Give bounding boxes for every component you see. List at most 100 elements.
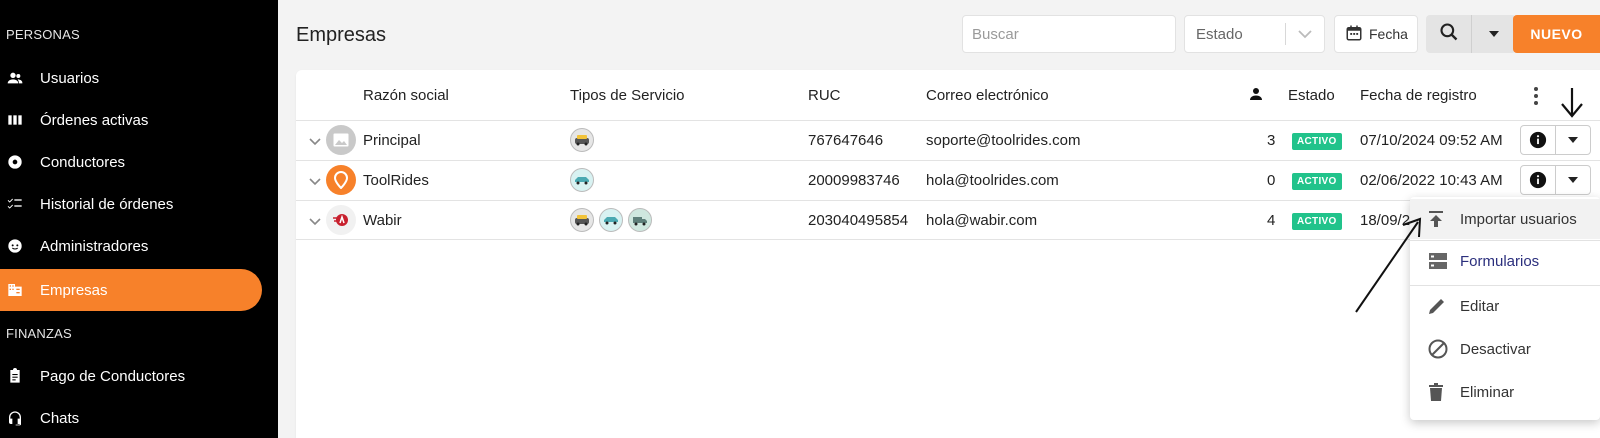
company-email: soporte@toolrides.com — [926, 132, 1081, 149]
menu-item-label: Desactivar — [1460, 340, 1531, 358]
sidebar-item-chats[interactable]: Chats — [0, 397, 262, 438]
search-button-group — [1426, 15, 1516, 53]
company-name: Wabir — [363, 212, 402, 229]
person-icon[interactable] — [1250, 87, 1262, 106]
sidebar-item-label: Conductores — [40, 153, 126, 171]
car-service-icon — [570, 168, 594, 192]
trash-icon — [1410, 383, 1460, 401]
user-count: 4 — [1267, 212, 1276, 229]
company-name: ToolRides — [363, 172, 429, 189]
building-icon — [0, 282, 40, 298]
menu-item-label: Formularios — [1460, 252, 1540, 270]
column-header-fecha-registro[interactable]: Fecha de registro — [1360, 87, 1477, 104]
user-count: 3 — [1267, 132, 1276, 149]
more-vert-icon[interactable] — [1533, 86, 1539, 111]
chevron-down-icon — [1286, 29, 1324, 39]
sidebar-item-label: Chats — [40, 409, 80, 427]
section-personas: PERSONAS — [6, 27, 80, 42]
column-header-tipos-servicio[interactable]: Tipos de Servicio — [570, 87, 685, 104]
menu-item-label: Eliminar — [1460, 383, 1515, 401]
search-options-button[interactable] — [1472, 15, 1516, 53]
estado-label: Estado — [1196, 25, 1243, 43]
sidebar-item-historial[interactable]: Historial de órdenes — [0, 183, 262, 225]
registration-date: 02/06/2022 10:43 AM — [1360, 172, 1503, 189]
estado-select[interactable]: Estado — [1184, 15, 1325, 53]
sidebar-item-pago-conductores[interactable]: Pago de Conductores — [0, 355, 262, 397]
sidebar-item-administradores[interactable]: Administradores — [0, 225, 262, 267]
menu-item-label: Editar — [1460, 297, 1500, 315]
steering-wheel-icon — [0, 154, 40, 170]
clipboard-icon — [0, 368, 40, 384]
fecha-filter-button[interactable]: Fecha — [1334, 15, 1418, 53]
status-badge: ACTIVO — [1292, 133, 1342, 150]
company-logo-placeholder — [326, 125, 356, 155]
block-icon — [1410, 339, 1460, 359]
sidebar-item-empresas[interactable]: Empresas — [0, 269, 262, 311]
fecha-label: Fecha — [1369, 26, 1408, 42]
column-header-razon-social[interactable]: Razón social — [363, 87, 449, 104]
face-icon — [0, 238, 40, 254]
taxi-service-icon — [570, 128, 594, 152]
menu-item-eliminar[interactable]: Eliminar — [1410, 372, 1600, 412]
menu-item-editar[interactable]: Editar — [1410, 286, 1600, 326]
menu-item-formularios[interactable]: Formularios — [1410, 241, 1600, 281]
pencil-icon — [1410, 297, 1460, 315]
chevron-down-icon[interactable] — [309, 133, 321, 151]
headset-icon — [0, 410, 40, 426]
search-input[interactable] — [962, 15, 1176, 53]
status-badge: ACTIVO — [1292, 213, 1342, 230]
sidebar-item-label: Empresas — [40, 281, 108, 299]
row-actions — [1520, 125, 1591, 155]
sidebar-item-label: Historial de órdenes — [40, 195, 174, 213]
sidebar-item-label: Administradores — [40, 237, 149, 255]
taxi-service-icon — [570, 208, 594, 232]
user-count: 0 — [1267, 172, 1276, 189]
menu-item-label: Importar usuarios — [1460, 210, 1577, 228]
sidebar-item-label: Órdenes activas — [40, 111, 149, 129]
menu-item-desactivar[interactable]: Desactivar — [1410, 329, 1600, 369]
sidebar-item-ordenes-activas[interactable]: Órdenes activas — [0, 99, 262, 141]
registration-date: 18/09/2 — [1360, 212, 1411, 229]
toolrides-logo — [326, 165, 356, 195]
info-button[interactable] — [1521, 166, 1556, 194]
users-icon — [0, 70, 40, 86]
chevron-down-icon[interactable] — [309, 173, 321, 191]
sidebar: PERSONAS Usuarios Órdenes activas Conduc… — [0, 0, 278, 438]
column-header-correo[interactable]: Correo electrónico — [926, 87, 1049, 104]
form-icon — [1410, 252, 1460, 270]
upload-icon — [1410, 210, 1460, 228]
sidebar-item-conductores[interactable]: Conductores — [0, 141, 262, 183]
section-finanzas: FINANZAS — [6, 326, 72, 341]
registration-date: 07/10/2024 09:52 AM — [1360, 132, 1503, 149]
menu-item-importar-usuarios[interactable]: Importar usuarios — [1410, 199, 1600, 239]
sidebar-item-label: Usuarios — [40, 69, 100, 87]
columns-icon — [0, 112, 40, 128]
status-badge: ACTIVO — [1292, 173, 1342, 190]
calendar-icon — [1345, 24, 1363, 45]
chevron-down-icon[interactable] — [309, 213, 321, 231]
company-name: Principal — [363, 132, 421, 149]
sidebar-item-usuarios[interactable]: Usuarios — [0, 57, 262, 99]
column-header-estado[interactable]: Estado — [1288, 87, 1335, 104]
checklist-icon — [0, 196, 40, 212]
company-email: hola@wabir.com — [926, 212, 1038, 229]
row-actions-menu: Importar usuarios Formularios Editar Des… — [1410, 197, 1600, 420]
search-button[interactable] — [1426, 15, 1472, 53]
company-email: hola@toolrides.com — [926, 172, 1059, 189]
actions-menu-button[interactable] — [1556, 166, 1590, 194]
info-button[interactable] — [1521, 126, 1556, 154]
company-ruc: 767647646 — [808, 132, 884, 149]
sidebar-item-label: Pago de Conductores — [40, 367, 186, 385]
actions-menu-button[interactable] — [1556, 126, 1590, 154]
car-service-icon — [599, 208, 623, 232]
truck-service-icon — [628, 208, 652, 232]
wabir-logo — [326, 205, 356, 235]
caret-down-icon — [1488, 25, 1500, 43]
search-icon — [1439, 22, 1459, 47]
page-title: Empresas — [296, 24, 387, 46]
company-ruc: 203040495854 — [808, 212, 909, 229]
nuevo-button[interactable]: NUEVO — [1513, 15, 1600, 53]
column-header-ruc[interactable]: RUC — [808, 87, 841, 104]
company-ruc: 20009983746 — [808, 172, 900, 189]
row-actions — [1520, 165, 1591, 195]
